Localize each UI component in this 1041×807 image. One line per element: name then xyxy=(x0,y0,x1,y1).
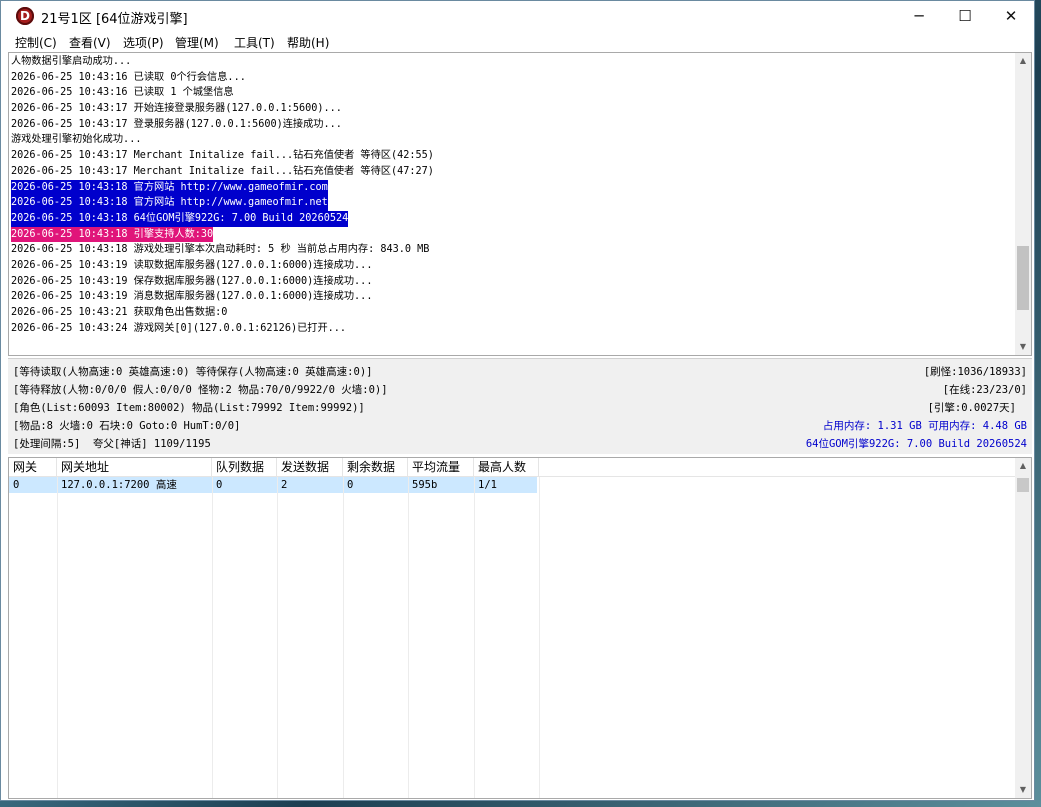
column-sent[interactable]: 发送数据 xyxy=(277,458,343,476)
status-engine-version: 64位GOM引擎922G: 7.00 Build 20260524 xyxy=(805,438,1027,450)
log-line: 2026-06-25 10:43:16 已读取 0个行会信息... xyxy=(11,71,246,83)
cell-queue: 0 xyxy=(216,479,223,491)
app-window: D 21号1区 [64位游戏引擎] ─ ☐ ✕ 控制(C) 查看(V) 选项(P… xyxy=(0,0,1035,801)
cell-gateway: 0 xyxy=(13,479,20,491)
cell-remaining: 0 xyxy=(347,479,354,491)
status-monster-spawn: [刷怪:1036/18933] xyxy=(923,366,1027,378)
table-scrollbar[interactable]: ▲ ▼ xyxy=(1015,458,1031,798)
gateway-table[interactable]: 网关 网关地址 队列数据 发送数据 剩余数据 平均流量 最高人数 0 127.0… xyxy=(8,457,1032,799)
log-panel[interactable]: 人物数据引擎启动成功... 2026-06-25 10:43:16 已读取 0个行… xyxy=(8,52,1032,356)
maximize-button[interactable]: ☐ xyxy=(942,1,988,31)
log-line: 2026-06-25 10:43:18 游戏处理引擎本次启动耗时: 5 秒 当前… xyxy=(11,244,430,256)
menu-bar: 控制(C) 查看(V) 选项(P) 管理(M) 工具(T) 帮助(H) xyxy=(1,31,1034,51)
status-interval: [处理间隔:5] 夸父[神话] 1109/1195 xyxy=(13,438,211,450)
status-engine-uptime: [引擎:0.0027天] xyxy=(927,402,1016,414)
column-divider xyxy=(277,477,278,798)
log-line: 2026-06-25 10:43:17 Merchant Initalize f… xyxy=(11,150,434,162)
log-line: 2026-06-25 10:43:17 开始连接登录服务器(127.0.0.1:… xyxy=(11,103,342,115)
log-line: 2026-06-25 10:43:18 64位GOM引擎922G: 7.00 B… xyxy=(11,210,349,227)
log-line: 2026-06-25 10:43:24 游戏网关[0](127.0.0.1:62… xyxy=(11,322,347,334)
column-divider xyxy=(539,477,540,798)
log-line: 2026-06-25 10:43:19 读取数据库服务器(127.0.0.1:6… xyxy=(11,259,373,271)
column-divider xyxy=(57,477,58,798)
close-button[interactable]: ✕ xyxy=(988,1,1034,31)
column-remaining[interactable]: 剩余数据 xyxy=(343,458,408,476)
column-divider xyxy=(474,477,475,798)
cell-address: 127.0.0.1:7200 高速 xyxy=(61,479,177,491)
status-items-walls: [物品:8 火墙:0 石块:0 Goto:0 HumT:0/0] xyxy=(13,420,241,432)
status-memory: 占用内存: 1.31 GB 可用内存: 4.48 GB xyxy=(822,420,1027,432)
log-line: 2026-06-25 10:43:18 官方网站 http://www.game… xyxy=(11,179,328,196)
menu-view[interactable]: 查看(V) xyxy=(69,34,111,51)
menu-tools[interactable]: 工具(T) xyxy=(234,34,275,51)
log-lines: 人物数据引擎启动成功... 2026-06-25 10:43:16 已读取 0个行… xyxy=(11,54,1013,336)
cell-sent: 2 xyxy=(281,479,288,491)
log-line: 2026-06-25 10:43:18 引擎支持人数:30 xyxy=(11,226,214,243)
scroll-down-icon[interactable]: ▼ xyxy=(1015,339,1031,355)
column-max-users[interactable]: 最高人数 xyxy=(474,458,539,476)
column-queue[interactable]: 队列数据 xyxy=(212,458,277,476)
column-address[interactable]: 网关地址 xyxy=(57,458,212,476)
log-line: 2026-06-25 10:43:17 登录服务器(127.0.0.1:5600… xyxy=(11,118,342,130)
scroll-up-icon[interactable]: ▲ xyxy=(1015,458,1031,474)
log-line: 2026-06-25 10:43:17 Merchant Initalize f… xyxy=(11,165,434,177)
log-line: 人物数据引擎启动成功... xyxy=(11,56,132,67)
table-header: 网关 网关地址 队列数据 发送数据 剩余数据 平均流量 最高人数 xyxy=(9,458,1015,477)
scroll-down-icon[interactable]: ▼ xyxy=(1015,782,1031,798)
table-row[interactable]: 0 127.0.0.1:7200 高速 0 2 0 595b 1/1 xyxy=(9,477,537,493)
status-wait-release: [等待释放(人物:0/0/0 假人:0/0/0 怪物:2 物品:70/0/992… xyxy=(13,384,388,396)
menu-control[interactable]: 控制(C) xyxy=(15,34,57,51)
menu-options[interactable]: 选项(P) xyxy=(123,34,164,51)
status-online: [在线:23/23/0] xyxy=(942,384,1027,396)
log-line: 2026-06-25 10:43:21 获取角色出售数据:0 xyxy=(11,307,228,318)
status-wait-read: [等待读取(人物高速:0 英雄高速:0) 等待保存(人物高速:0 英雄高速:0)… xyxy=(13,366,373,378)
window-title: 21号1区 [64位游戏引擎] xyxy=(41,12,188,27)
menu-manage[interactable]: 管理(M) xyxy=(175,34,219,51)
column-divider xyxy=(212,477,213,798)
scroll-up-icon[interactable]: ▲ xyxy=(1015,53,1031,69)
title-bar[interactable]: D 21号1区 [64位游戏引擎] ─ ☐ ✕ xyxy=(1,1,1034,31)
log-line: 2026-06-25 10:43:16 已读取 1 个城堡信息 xyxy=(11,87,234,99)
app-logo-icon[interactable]: D xyxy=(16,7,34,25)
log-line: 2026-06-25 10:43:18 官方网站 http://www.game… xyxy=(11,195,328,211)
log-scrollbar[interactable]: ▲ ▼ xyxy=(1015,53,1031,355)
status-panel: [等待读取(人物高速:0 英雄高速:0) 等待保存(人物高速:0 英雄高速:0)… xyxy=(8,358,1032,454)
minimize-button[interactable]: ─ xyxy=(896,1,942,31)
column-gateway[interactable]: 网关 xyxy=(9,458,57,476)
column-divider xyxy=(408,477,409,798)
cell-avg-traffic: 595b xyxy=(412,479,438,491)
status-role-items: [角色(List:60093 Item:80002) 物品(List:79992… xyxy=(13,402,365,414)
column-avg-traffic[interactable]: 平均流量 xyxy=(408,458,474,476)
scroll-thumb[interactable] xyxy=(1017,478,1029,492)
log-line: 游戏处理引擎初始化成功... xyxy=(11,134,142,146)
log-line: 2026-06-25 10:43:19 消息数据库服务器(127.0.0.1:6… xyxy=(11,291,373,303)
column-divider xyxy=(343,477,344,798)
cell-max-users: 1/1 xyxy=(478,479,497,491)
scroll-thumb[interactable] xyxy=(1017,245,1029,310)
log-line: 2026-06-25 10:43:19 保存数据库服务器(127.0.0.1:6… xyxy=(11,275,373,287)
menu-help[interactable]: 帮助(H) xyxy=(287,34,329,51)
